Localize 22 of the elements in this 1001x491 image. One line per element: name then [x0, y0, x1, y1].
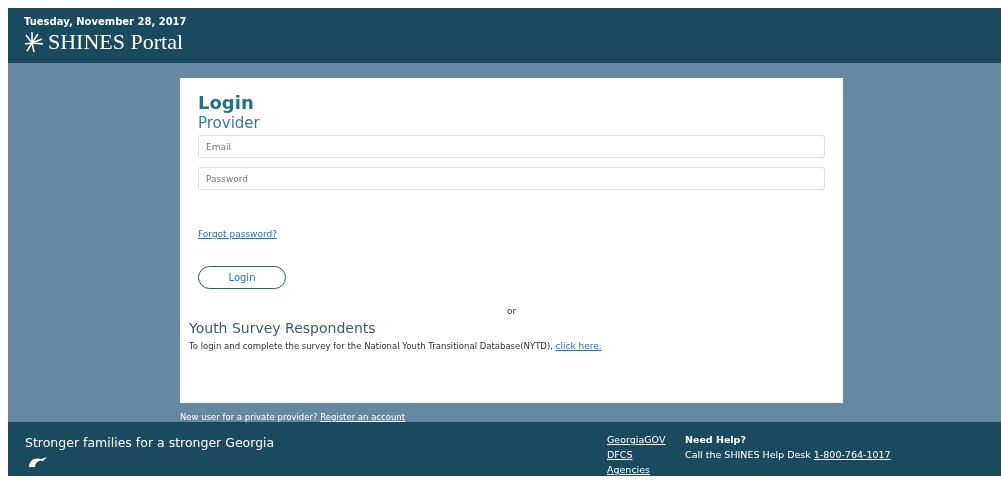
- or-text: or: [506, 306, 517, 316]
- help-desk-text: Call the SHINES Help Desk: [685, 448, 811, 462]
- new-user-text: New user for a private provider?: [180, 412, 318, 422]
- portal-title: SHINES Portal: [48, 29, 184, 55]
- footer-link[interactable]: Agencies: [607, 462, 651, 477]
- slogan-text: Stronger families for a stronger Georgia: [25, 435, 275, 450]
- register-link[interactable]: Register an account: [320, 412, 406, 422]
- forgot-password-link[interactable]: Forgot password?: [198, 229, 278, 239]
- phone-link[interactable]: 1-800-764-1017: [813, 449, 891, 460]
- footer-link[interactable]: DFCS: [607, 447, 633, 462]
- starburst-logo-icon: [24, 31, 44, 53]
- email-field[interactable]: Email: [198, 135, 825, 158]
- login-heading: Login: [198, 92, 254, 113]
- footer-link[interactable]: GeorgiaGOV: [607, 432, 666, 447]
- login-button[interactable]: Login: [198, 266, 286, 289]
- youth-survey-text: To login and complete the survey for the National Youth Transitional Database(NYTD), click here.: [189, 341, 603, 351]
- need-help-heading: Need Help?: [685, 433, 746, 447]
- click-here-link[interactable]: click here.: [555, 341, 602, 351]
- provider-subheading: Provider: [198, 114, 260, 132]
- date-text: Tuesday, November 28, 2017: [24, 16, 187, 27]
- youth-survey-heading: Youth Survey Respondents: [189, 320, 376, 336]
- password-field[interactable]: Password: [198, 167, 825, 190]
